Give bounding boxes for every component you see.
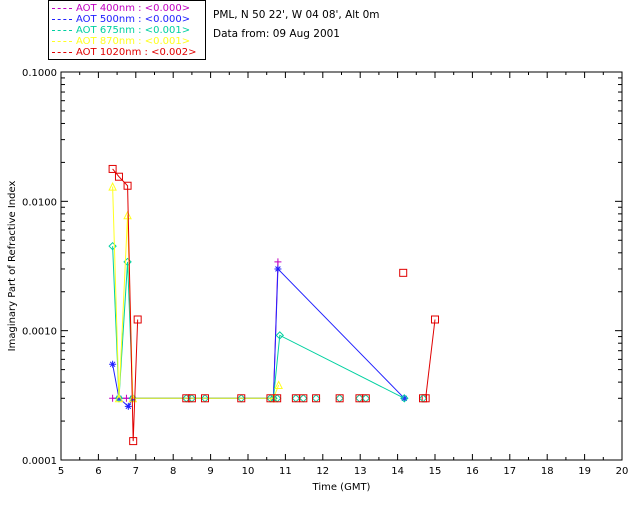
legend-swatch bbox=[52, 51, 72, 53]
legend-label: AOT 675nm : <0.001> bbox=[76, 25, 191, 36]
legend-label: AOT 1020nm : <0.002> bbox=[76, 47, 197, 58]
y-tick-label: 0.0010 bbox=[22, 327, 57, 338]
data-point-square bbox=[399, 268, 408, 277]
y-tick-label: 0.1000 bbox=[22, 68, 57, 79]
series-line bbox=[112, 186, 280, 399]
series-line bbox=[425, 319, 436, 399]
data-point-square bbox=[291, 394, 300, 403]
legend-item-400nm: AOT 400nm : <0.000> bbox=[52, 3, 190, 14]
data-date: Data from: 09 Aug 2001 bbox=[213, 28, 340, 40]
legend: AOT 400nm : <0.000> AOT 500nm : <0.000> … bbox=[48, 0, 206, 60]
x-tick-label: 9 bbox=[207, 466, 213, 477]
legend-item-1020nm: AOT 1020nm : <0.002> bbox=[52, 47, 196, 58]
legend-swatch bbox=[52, 29, 72, 31]
x-tick-label: 16 bbox=[466, 466, 479, 477]
series-line bbox=[112, 267, 405, 408]
legend-swatch bbox=[52, 7, 72, 9]
data-point-star bbox=[109, 360, 117, 368]
data-point-diamond bbox=[299, 394, 308, 403]
x-tick-label: 12 bbox=[316, 466, 329, 477]
site-location: PML, N 50 22', W 04 08', Alt 0m bbox=[213, 9, 380, 21]
chart-plot: 5 6 7 8 9 10 11 12 13 14 15 16 17 18 19 20 0.0001 0.0010 0… bbox=[7, 68, 629, 493]
x-tick-label: 11 bbox=[279, 466, 292, 477]
data-point-diamond bbox=[335, 394, 344, 403]
x-tick-label: 13 bbox=[354, 466, 367, 477]
data-point-square bbox=[335, 394, 344, 403]
data-point-diamond bbox=[311, 394, 321, 403]
x-tick-label: 15 bbox=[429, 466, 442, 477]
series-line bbox=[112, 246, 405, 399]
x-tick-label: 20 bbox=[616, 466, 629, 477]
y-tick-label: 0.0100 bbox=[22, 197, 57, 208]
data-point-square bbox=[299, 394, 308, 403]
legend-item-500nm: AOT 500nm : <0.000> bbox=[52, 14, 190, 25]
x-axis-label: Time (GMT) bbox=[312, 482, 371, 493]
data-point-square bbox=[312, 394, 321, 403]
x-tick-label: 14 bbox=[391, 466, 404, 477]
x-tick-label: 5 bbox=[58, 466, 64, 477]
y-axis-label: Imaginary Part of Refractive Index bbox=[7, 181, 18, 352]
x-tick-label: 19 bbox=[578, 466, 591, 477]
site-info: PML, N 50 22', W 04 08', Alt 0m Data fro… bbox=[213, 6, 380, 44]
x-tick-label: 8 bbox=[170, 466, 176, 477]
x-tick-label: 17 bbox=[503, 466, 516, 477]
x-tick-label: 7 bbox=[133, 466, 139, 477]
legend-label: AOT 870nm : <0.001> bbox=[76, 36, 191, 47]
data-point-plus bbox=[274, 258, 282, 266]
y-tick-label: 0.0001 bbox=[22, 456, 57, 467]
x-tick-label: 18 bbox=[541, 466, 554, 477]
x-tick-label: 6 bbox=[95, 466, 101, 477]
legend-item-870nm: AOT 870nm : <0.001> bbox=[52, 36, 190, 47]
legend-label: AOT 400nm : <0.000> bbox=[76, 3, 191, 14]
data-point-diamond bbox=[291, 394, 301, 403]
legend-swatch bbox=[52, 18, 72, 20]
legend-item-675nm: AOT 675nm : <0.001> bbox=[52, 25, 190, 36]
legend-label: AOT 500nm : <0.000> bbox=[76, 14, 191, 25]
legend-swatch bbox=[52, 40, 72, 42]
x-tick-label: 10 bbox=[242, 466, 255, 477]
